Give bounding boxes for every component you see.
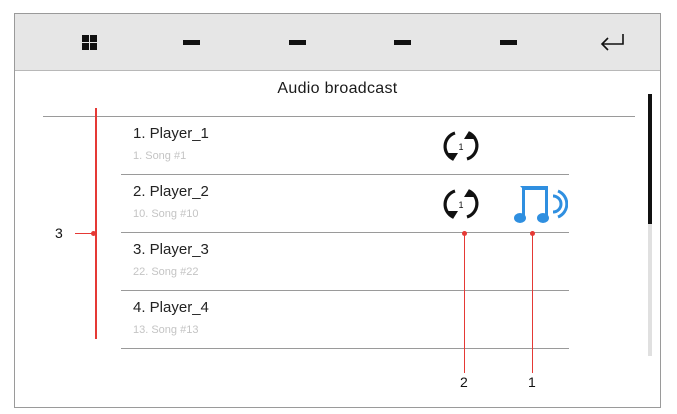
page-title: Audio broadcast [277,80,398,97]
player-row-1[interactable]: 1. Player_1 1. Song #1 1 [121,117,569,175]
player-row-3[interactable]: 3. Player_3 22. Song #22 [121,233,569,291]
audio-broadcast-panel: Audio broadcast 1. Player_1 1. Song #1 1… [14,13,661,408]
dash-icon [182,39,200,45]
svg-text:1: 1 [458,200,463,210]
toolbar-button-2[interactable] [161,14,221,70]
player-name: 2. Player_2 [133,183,209,200]
player-name: 3. Player_3 [133,241,209,258]
callout-line-1 [532,233,533,373]
callout-label-2: 2 [460,374,468,390]
player-list: 1. Player_1 1. Song #1 1 2. Player_2 10.… [121,117,569,349]
player-row-4[interactable]: 4. Player_4 13. Song #13 [121,291,569,349]
dash-icon [499,39,517,45]
back-button[interactable] [582,14,642,70]
callout-dot-1 [530,231,535,236]
callout-dot-3 [91,231,96,236]
svg-text:1: 1 [458,142,463,152]
callout-label-1: 1 [528,374,536,390]
music-note-icon [514,186,568,223]
callout-line-2 [464,233,465,373]
dash-icon [288,39,306,45]
player-row-2[interactable]: 2. Player_2 10. Song #10 1 [121,175,569,233]
song-name: 13. Song #13 [133,324,199,336]
callout-label-3: 3 [55,225,63,241]
scrollbar[interactable] [648,94,652,356]
dash-icon [393,39,411,45]
song-name: 22. Song #22 [133,266,199,278]
grid-icon [81,34,97,50]
grid-menu-button[interactable] [59,14,119,70]
repeat-one-icon: 1 [443,131,479,161]
repeat-one-icon: 1 [443,189,479,219]
toolbar-button-3[interactable] [267,14,327,70]
song-name: 10. Song #10 [133,208,199,220]
toolbar [15,14,660,71]
callout-bracket-3 [95,108,97,339]
toolbar-button-5[interactable] [478,14,538,70]
toolbar-button-4[interactable] [372,14,432,70]
song-name: 1. Song #1 [133,150,187,162]
player-name: 4. Player_4 [133,299,209,316]
scrollbar-thumb[interactable] [648,94,652,224]
player-name: 1. Player_1 [133,125,209,142]
return-arrow-icon [600,34,624,51]
callout-dot-2 [462,231,467,236]
